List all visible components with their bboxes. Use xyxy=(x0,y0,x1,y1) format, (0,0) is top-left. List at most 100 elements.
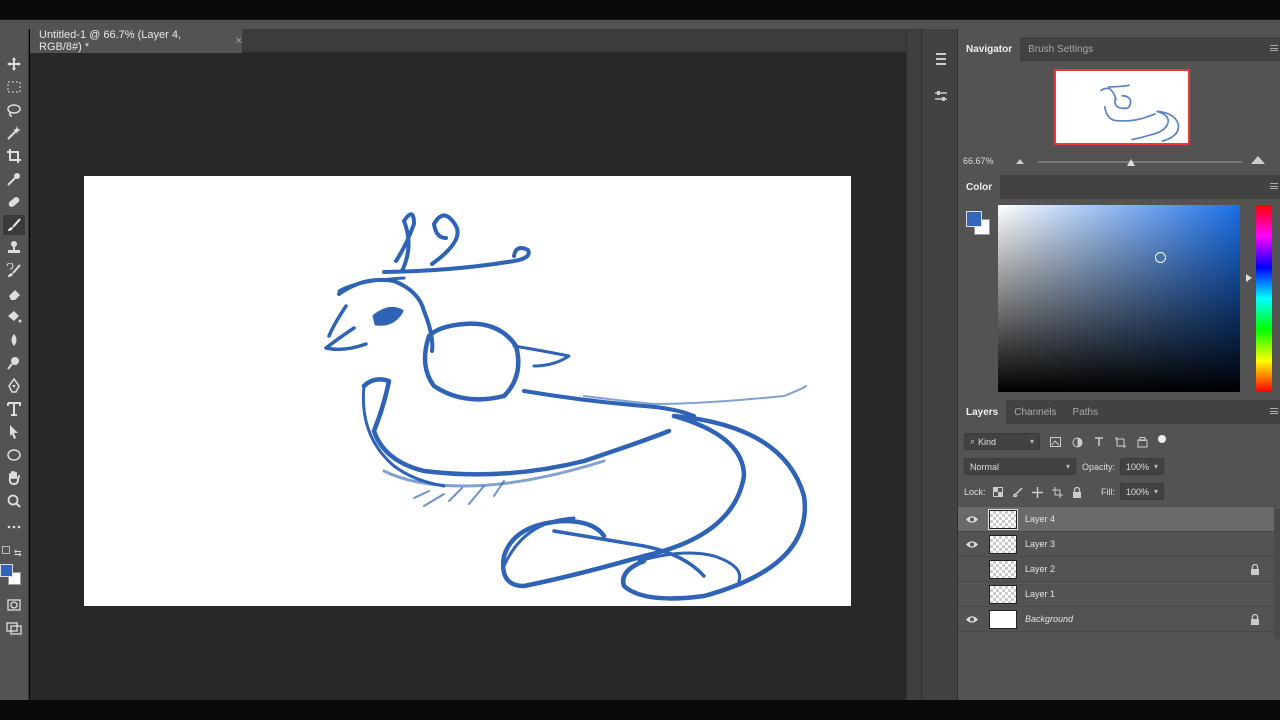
pen-icon[interactable] xyxy=(3,376,25,396)
document-tab[interactable]: Untitled-1 @ 66.7% (Layer 4, RGB/8#) * × xyxy=(30,29,242,53)
eraser-icon[interactable] xyxy=(3,284,25,304)
foreground-color-swatch[interactable] xyxy=(0,564,13,577)
filter-shape-icon[interactable] xyxy=(1114,436,1126,448)
tab-navigator[interactable]: Navigator xyxy=(958,37,1021,61)
lock-transparent-icon[interactable] xyxy=(992,486,1004,498)
layer-row-layer-2[interactable]: Layer 2 xyxy=(958,557,1274,582)
fill-input[interactable]: 100% ▾ xyxy=(1120,483,1164,500)
layers-scrollbar[interactable] xyxy=(1274,509,1280,639)
adjustments-panel-icon[interactable] xyxy=(930,85,952,107)
layer-row-layer-1[interactable]: Layer 1 xyxy=(958,582,1274,607)
hand-icon[interactable] xyxy=(3,468,25,488)
quick-mask-icon[interactable] xyxy=(3,595,25,615)
layer-thumbnail xyxy=(989,560,1017,579)
layer-name: Layer 2 xyxy=(1025,564,1056,574)
layer-row-background[interactable]: Background xyxy=(958,607,1274,632)
layer-row-layer-3[interactable]: Layer 3 xyxy=(958,532,1274,557)
navigator-thumbnail xyxy=(1099,84,1180,143)
document-tab-title: Untitled-1 @ 66.7% (Layer 4, RGB/8#) * xyxy=(39,29,182,53)
eye-icon[interactable] xyxy=(965,514,979,525)
history-brush-icon[interactable] xyxy=(3,261,25,281)
eye-icon[interactable] xyxy=(965,539,979,550)
blend-opacity-row: Normal ▾ Opacity: 100% ▾ xyxy=(958,457,1280,477)
paint-bucket-icon[interactable] xyxy=(3,307,25,327)
healing-brush-icon[interactable] xyxy=(3,192,25,212)
panel-menu-icon[interactable] xyxy=(1270,45,1278,51)
search-icon: ⌕ xyxy=(970,436,976,446)
hue-slider[interactable] xyxy=(1256,205,1272,392)
visibility-toggle[interactable] xyxy=(965,589,979,600)
lock-artboard-icon[interactable] xyxy=(1051,486,1063,498)
color-picker-cursor[interactable] xyxy=(1155,252,1166,263)
fill-value: 100% xyxy=(1126,486,1150,497)
default-colors-icon[interactable] xyxy=(2,546,10,554)
close-icon[interactable]: × xyxy=(236,35,242,47)
magic-wand-icon[interactable] xyxy=(3,123,25,143)
layer-thumbnail xyxy=(988,509,1018,530)
panel-menu-icon[interactable] xyxy=(1270,183,1278,189)
visibility-toggle[interactable] xyxy=(965,564,979,575)
layer-row-layer-4[interactable]: Layer 4 xyxy=(958,507,1274,532)
filter-kind-value: Kind xyxy=(978,436,997,447)
eyedropper-icon[interactable] xyxy=(3,169,25,189)
zoom-in-icon[interactable] xyxy=(1250,155,1266,165)
navigator-preview[interactable] xyxy=(1054,69,1190,145)
clone-stamp-icon[interactable] xyxy=(3,238,25,258)
blur-icon[interactable] xyxy=(3,330,25,350)
marquee-icon[interactable] xyxy=(3,77,25,97)
tab-color[interactable]: Color xyxy=(958,175,1001,199)
zoom-value[interactable]: 66.67% xyxy=(963,156,994,166)
chevron-down-icon: ▾ xyxy=(1029,437,1034,446)
title-bar xyxy=(0,0,1280,20)
zoom-icon[interactable] xyxy=(3,491,25,511)
lock-icon[interactable] xyxy=(1250,564,1260,575)
canvas[interactable] xyxy=(84,176,851,606)
color-field[interactable] xyxy=(998,205,1240,392)
filter-toggle-icon[interactable] xyxy=(1158,435,1166,443)
lock-icon[interactable] xyxy=(1250,614,1260,625)
zoom-slider[interactable] xyxy=(1038,161,1242,163)
lock-image-icon[interactable] xyxy=(1012,486,1024,498)
filter-adjustment-icon[interactable] xyxy=(1071,436,1083,448)
zoom-out-icon[interactable] xyxy=(1015,157,1025,165)
opacity-input[interactable]: 100% ▾ xyxy=(1120,458,1164,475)
foreground-color-swatch[interactable] xyxy=(966,211,982,227)
tab-brush-settings[interactable]: Brush Settings xyxy=(1020,37,1101,61)
lock-all-icon[interactable] xyxy=(1071,486,1083,498)
lock-label: Lock: xyxy=(964,487,986,497)
color-swatches[interactable]: ⇆ xyxy=(0,544,29,585)
history-panel-icon[interactable] xyxy=(930,48,952,70)
document-tabs: Untitled-1 @ 66.7% (Layer 4, RGB/8#) * × xyxy=(30,29,906,53)
path-selection-icon[interactable] xyxy=(3,422,25,442)
brush-icon[interactable] xyxy=(3,215,25,235)
swap-colors-icon[interactable]: ⇆ xyxy=(14,548,22,559)
ellipse-icon[interactable] xyxy=(3,445,25,465)
tab-channels[interactable]: Channels xyxy=(1006,400,1064,424)
more-tools-icon[interactable] xyxy=(3,517,25,537)
move-icon[interactable] xyxy=(3,54,25,74)
bird-sketch xyxy=(324,212,808,601)
eye-icon[interactable] xyxy=(965,614,979,625)
panel-dock xyxy=(921,29,958,700)
screen-mode-icon[interactable] xyxy=(3,618,25,638)
crop-icon[interactable] xyxy=(3,146,25,166)
type-icon[interactable] xyxy=(3,399,25,419)
blend-mode-dropdown[interactable]: Normal ▾ xyxy=(964,458,1076,475)
lock-fill-row: Lock: Fill: 100% ▾ xyxy=(958,482,1280,502)
filter-type-icon[interactable] xyxy=(1093,436,1105,448)
dodge-icon[interactable] xyxy=(3,353,25,373)
opacity-value: 100% xyxy=(1126,461,1150,472)
zoom-slider-handle[interactable] xyxy=(1127,159,1135,166)
vertical-scrollbar[interactable] xyxy=(906,29,921,700)
blend-mode-value: Normal xyxy=(970,461,1000,472)
tab-layers[interactable]: Layers xyxy=(958,400,1007,424)
lasso-icon[interactable] xyxy=(3,100,25,120)
tab-paths[interactable]: Paths xyxy=(1065,400,1107,424)
filter-kind-dropdown[interactable]: ⌕ Kind ▾ xyxy=(964,433,1040,450)
panel-menu-icon[interactable] xyxy=(1270,408,1278,414)
fill-label: Fill: xyxy=(1101,487,1115,497)
filter-pixel-icon[interactable] xyxy=(1049,436,1061,448)
filter-smart-object-icon[interactable] xyxy=(1136,436,1148,448)
lock-position-icon[interactable] xyxy=(1031,486,1043,498)
hue-slider-handle[interactable] xyxy=(1246,274,1252,282)
